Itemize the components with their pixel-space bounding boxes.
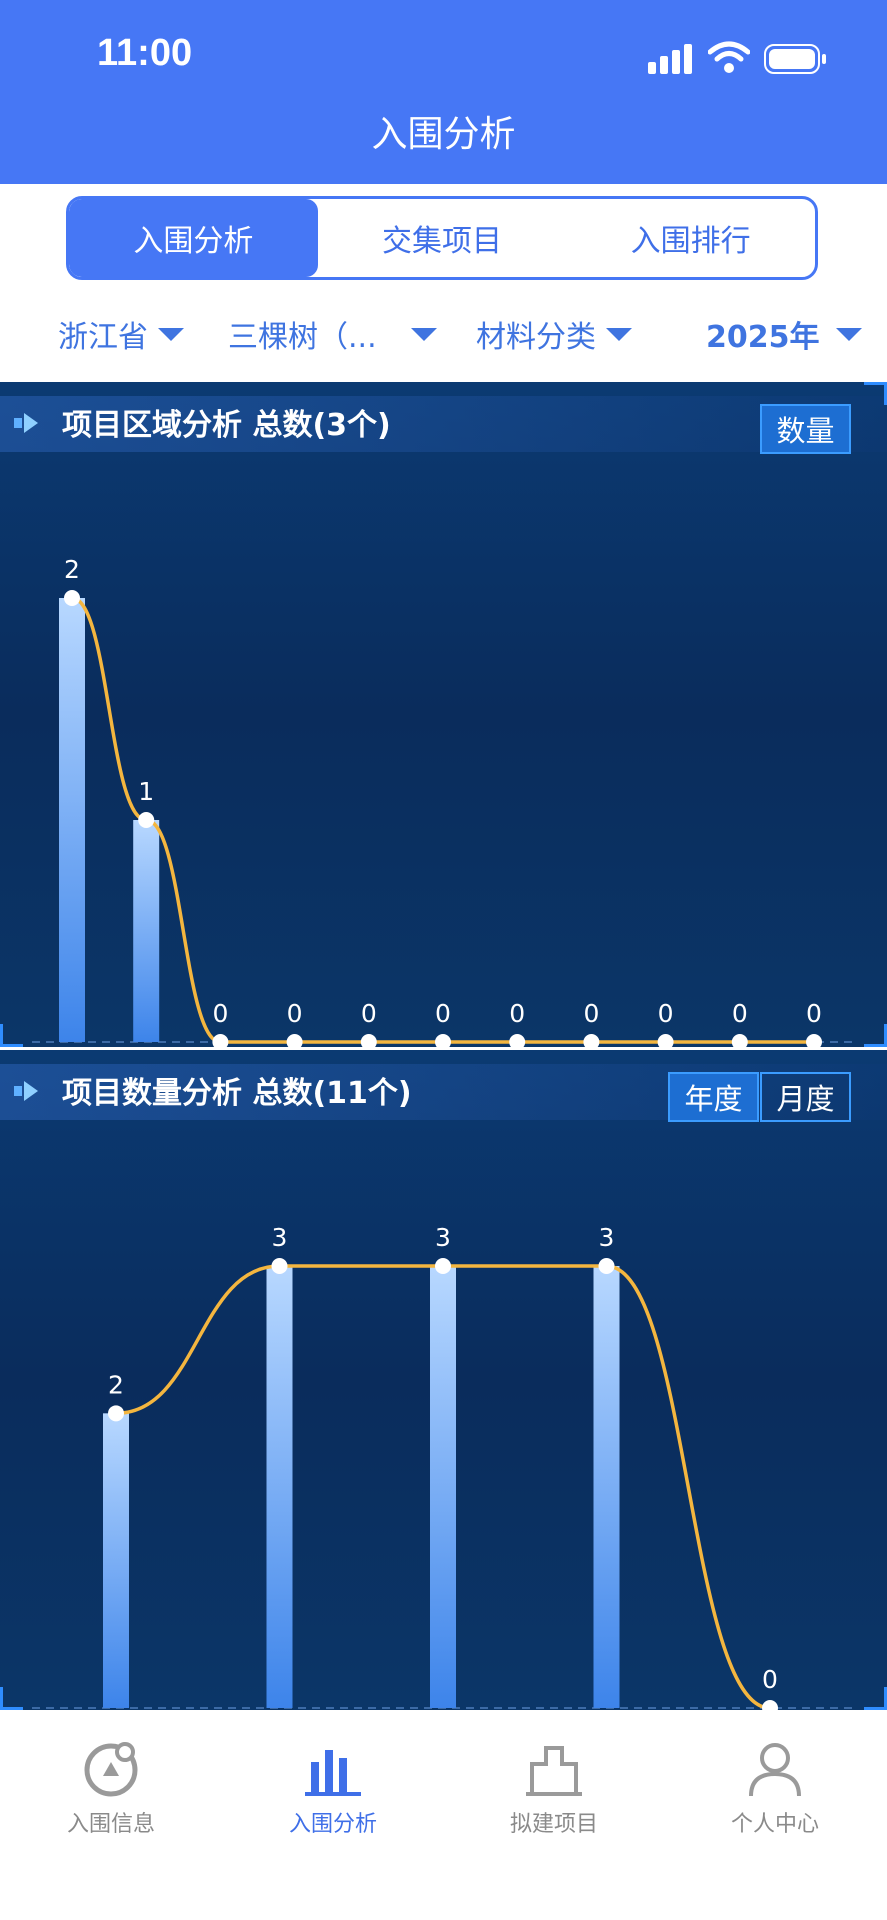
dropdown-arrow-icon xyxy=(835,327,862,341)
data-label: 0 xyxy=(361,999,377,1028)
data-point xyxy=(731,1034,748,1050)
data-label: 0 xyxy=(509,999,525,1028)
quantity-button[interactable]: 数量 xyxy=(760,404,851,454)
data-point xyxy=(598,1258,615,1274)
data-point xyxy=(762,1700,778,1716)
bar xyxy=(266,1266,293,1708)
tab-segment-analysis[interactable]: 入围分析 xyxy=(69,199,318,277)
x-tick-label: 25年 xyxy=(575,1722,639,1730)
bar xyxy=(593,1266,620,1708)
x-tick-label: 24年 xyxy=(411,1722,475,1730)
series-line xyxy=(71,596,814,1044)
x-tick-label: 26年 xyxy=(738,1722,802,1730)
year-filter-label: 2025年 xyxy=(706,320,820,355)
bar xyxy=(133,820,160,1042)
tab-label: 个人中心 xyxy=(730,1812,819,1837)
bottom-tab-bar: 入围信息 入围分析 拟建项目 个人中心 xyxy=(0,1730,887,1920)
bar xyxy=(103,1413,129,1708)
panel-corner-decoration xyxy=(864,1687,887,1710)
x-tick-label: 22年 xyxy=(84,1722,148,1730)
data-label: 0 xyxy=(732,999,748,1028)
tab-planned-projects[interactable]: 拟建项目 xyxy=(474,1740,634,1838)
tab-award-info[interactable]: 入围信息 xyxy=(31,1740,191,1838)
panel-title: 项目区域分析 总数(3个) xyxy=(62,408,391,443)
category-filter[interactable]: 材料分类 xyxy=(476,312,632,356)
year-filter[interactable]: 2025年 xyxy=(706,312,862,356)
bar-chart-icon xyxy=(305,1750,361,1796)
signal-icon xyxy=(648,44,694,74)
data-point xyxy=(360,1034,377,1050)
panel-header: 项目区域分析 总数(3个) 数量 xyxy=(0,396,887,454)
tab-award-analysis[interactable]: 入围分析 xyxy=(253,1740,413,1838)
data-point xyxy=(212,1034,229,1050)
battery-icon xyxy=(764,44,828,74)
wifi-icon xyxy=(707,40,751,74)
data-label: 0 xyxy=(583,999,599,1028)
quantity-analysis-panel: 项目数量分析 总数(11个) 年度 月度 22年 23年 24年 25年 26年 2 3 3 3… xyxy=(0,1050,887,1730)
data-label: 0 xyxy=(658,999,674,1028)
panel-corner-decoration xyxy=(0,1024,23,1047)
data-point xyxy=(108,1405,124,1422)
data-point xyxy=(271,1258,288,1274)
data-point xyxy=(583,1034,600,1050)
dropdown-arrow-icon xyxy=(606,327,632,341)
segment-control: 入围分析 交集项目 入围排行 xyxy=(66,196,818,280)
building-icon xyxy=(526,1746,582,1796)
page-title: 入围分析 xyxy=(371,114,516,155)
data-label: 3 xyxy=(435,1223,451,1252)
data-point xyxy=(806,1034,822,1050)
badge-icon xyxy=(84,1742,138,1797)
filter-bar: 浙江省 三棵树（... 材料分类 2025年 xyxy=(0,300,887,360)
tab-label: 入围分析 xyxy=(288,1812,377,1837)
panel-corner-decoration xyxy=(0,1687,23,1710)
data-point xyxy=(435,1258,451,1274)
province-filter[interactable]: 浙江省 xyxy=(58,312,184,356)
data-label: 3 xyxy=(599,1223,615,1252)
region-chart: 宁波温州杭州嘉兴湖州绍兴金华衢州舟山台州丽水21000000000 xyxy=(32,555,854,1062)
app-header: 11:00 入围分析 xyxy=(0,0,887,184)
data-point xyxy=(138,812,155,828)
panel-title: 项目数量分析 总数(11个) xyxy=(62,1076,412,1111)
panel-header: 项目数量分析 总数(11个) 年度 月度 xyxy=(0,1064,887,1122)
tab-segment-ranking[interactable]: 入围排行 xyxy=(566,199,815,277)
data-point xyxy=(657,1034,674,1050)
dropdown-arrow-icon xyxy=(410,327,437,341)
arrow-right-icon xyxy=(14,413,38,433)
year-toggle-button[interactable]: 年度 xyxy=(668,1072,759,1122)
tab-personal-center[interactable]: 个人中心 xyxy=(695,1740,855,1838)
year-chart: 22年 23年 24年 25年 26年 2 3 3 3 0 xyxy=(32,1223,854,1730)
tab-segment-intersection[interactable]: 交集项目 xyxy=(318,199,567,277)
data-label: 0 xyxy=(435,999,451,1028)
tab-label: 入围信息 xyxy=(66,1812,155,1837)
arrow-right-icon xyxy=(14,1081,38,1101)
data-point xyxy=(64,590,80,606)
panel-corner-decoration xyxy=(864,382,887,405)
company-filter-label: 三棵树（... xyxy=(228,320,377,355)
person-icon xyxy=(749,1743,801,1797)
data-label: 2 xyxy=(108,1370,124,1399)
data-label: 2 xyxy=(64,555,80,584)
panel-corner-decoration xyxy=(864,1024,887,1047)
bar xyxy=(59,598,85,1042)
data-label: 3 xyxy=(272,1223,288,1252)
bar xyxy=(430,1266,456,1708)
region-analysis-panel: 项目区域分析 总数(3个) 数量 宁波温州杭州嘉兴湖州绍兴金华衢州舟山台州丽水2… xyxy=(0,382,887,1062)
status-time: 11:00 xyxy=(97,32,193,74)
province-filter-label: 浙江省 xyxy=(58,320,148,355)
month-toggle-button[interactable]: 月度 xyxy=(760,1072,851,1122)
data-label: 0 xyxy=(212,999,228,1028)
data-point xyxy=(286,1034,303,1050)
data-label: 0 xyxy=(287,999,303,1028)
category-filter-label: 材料分类 xyxy=(476,320,596,355)
x-tick-label: 23年 xyxy=(248,1722,312,1730)
data-point xyxy=(435,1034,451,1050)
data-label: 0 xyxy=(806,999,822,1028)
data-label: 0 xyxy=(762,1665,778,1694)
dropdown-arrow-icon xyxy=(158,327,184,341)
tab-label: 拟建项目 xyxy=(509,1812,598,1837)
company-filter[interactable]: 三棵树（... xyxy=(228,312,437,356)
data-point xyxy=(509,1034,526,1050)
data-label: 1 xyxy=(138,777,154,806)
